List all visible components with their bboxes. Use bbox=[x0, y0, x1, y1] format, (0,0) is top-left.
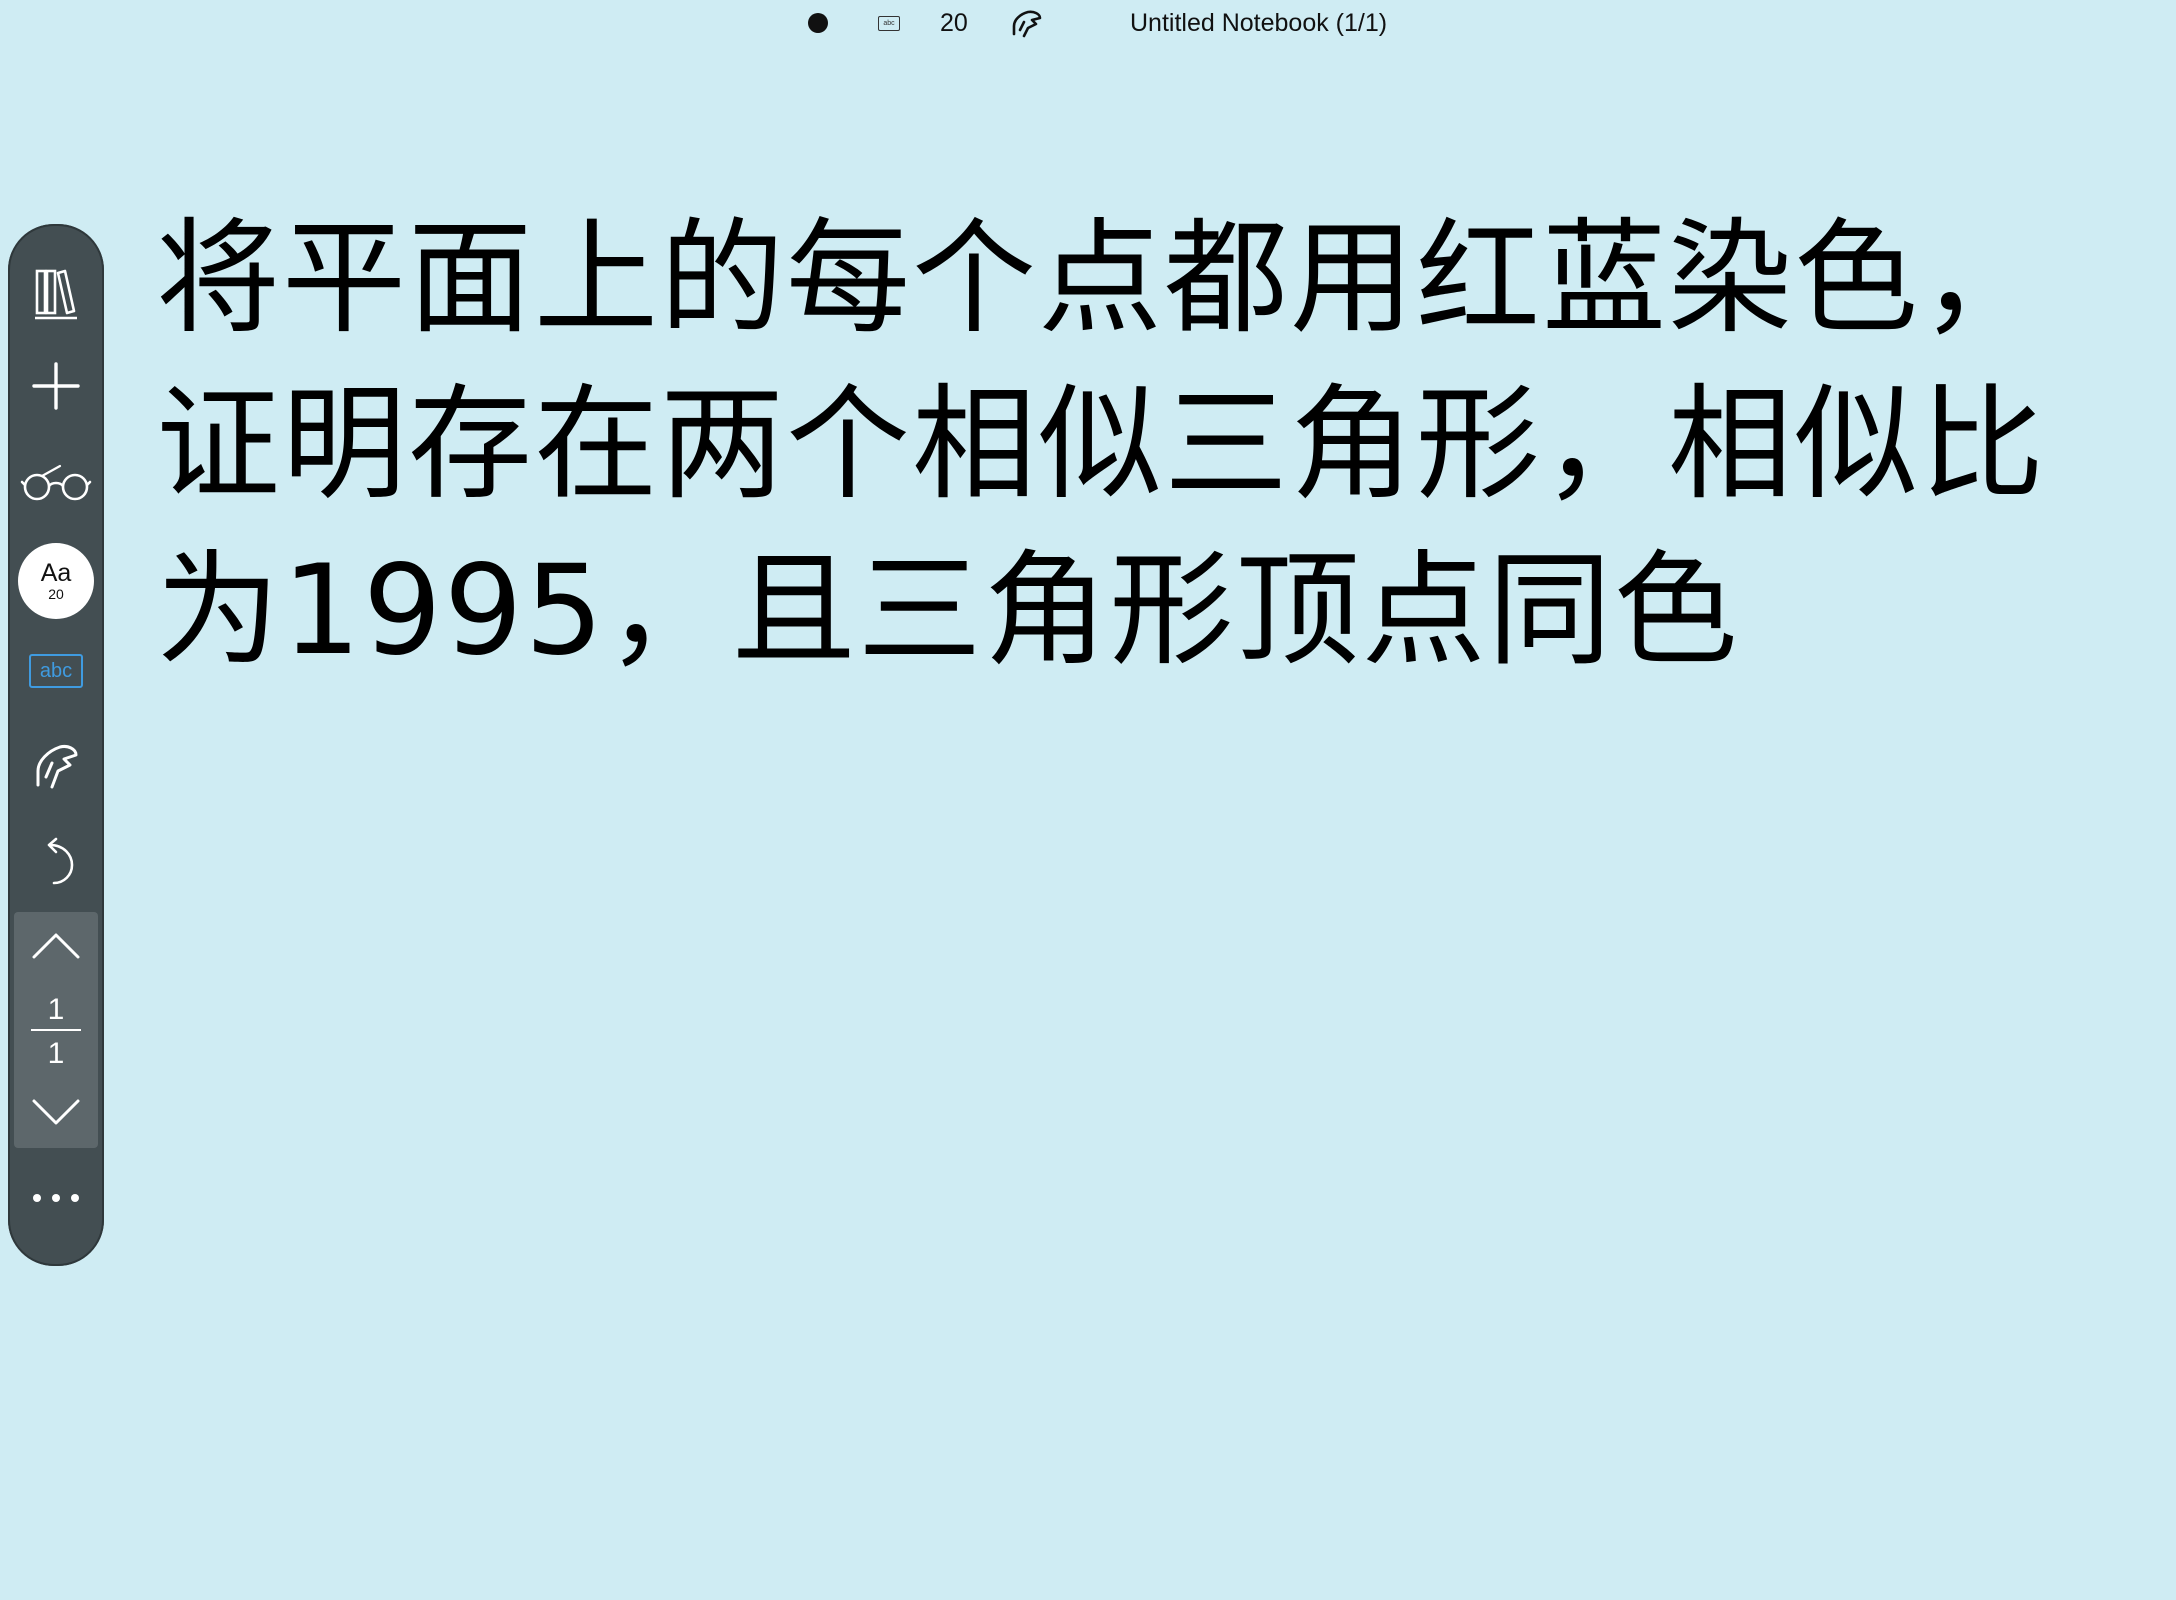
hand-tool-button[interactable] bbox=[8, 726, 104, 806]
page-fraction-divider bbox=[31, 1029, 81, 1031]
status-bar: abc 20 Untitled Notebook (1/1) bbox=[0, 0, 2176, 44]
color-dot-icon bbox=[808, 13, 828, 33]
abc-icon: abc bbox=[878, 15, 900, 31]
content-line: 证明存在两个相似三角形，相似比 bbox=[156, 373, 2047, 517]
library-button[interactable] bbox=[8, 254, 104, 334]
notebook-title-text: Untitled Notebook (1/1) bbox=[1130, 8, 1388, 37]
read-mode-button[interactable] bbox=[8, 442, 104, 522]
more-dots-icon bbox=[33, 1194, 79, 1202]
font-settings-button[interactable]: Aa 20 bbox=[8, 536, 104, 626]
undo-icon bbox=[47, 837, 74, 885]
text-mode-button[interactable]: abc bbox=[8, 631, 104, 711]
page-navigator: 1 1 bbox=[14, 912, 98, 1148]
font-size-label: 20 bbox=[48, 586, 64, 602]
previous-page-button[interactable] bbox=[14, 916, 98, 976]
abc-text-icon: abc bbox=[29, 654, 83, 688]
notebook-content[interactable]: 将平面上的每个点都用红蓝染色， 证明存在两个相似三角形，相似比 为1995，且三… bbox=[156, 196, 2116, 694]
total-page-number: 1 bbox=[47, 1037, 65, 1070]
font-size-indicator[interactable]: 20 bbox=[940, 6, 968, 40]
chevron-down-icon bbox=[32, 1099, 80, 1125]
font-size-value: 20 bbox=[940, 8, 968, 37]
plus-icon bbox=[32, 362, 80, 410]
hand-pen-icon bbox=[36, 745, 78, 789]
notebook-title[interactable]: Untitled Notebook (1/1) bbox=[1130, 6, 1387, 40]
undo-button[interactable] bbox=[8, 822, 104, 902]
current-page-number: 1 bbox=[47, 993, 65, 1026]
add-page-button[interactable] bbox=[8, 346, 104, 426]
text-mode-indicator[interactable]: abc bbox=[878, 6, 900, 40]
font-label: Aa bbox=[40, 559, 72, 587]
hand-tool-indicator[interactable] bbox=[1010, 6, 1044, 40]
content-line: 将平面上的每个点都用红蓝染色， bbox=[156, 207, 2047, 351]
pen-color-indicator[interactable] bbox=[808, 6, 828, 40]
chevron-up-icon bbox=[32, 933, 80, 959]
font-settings-badge: Aa 20 bbox=[18, 543, 94, 619]
notebook-app: abc 20 Untitled Notebook (1/1) Aa 20 abc… bbox=[0, 0, 2176, 1600]
more-options-button[interactable] bbox=[8, 1158, 104, 1238]
hand-pen-icon bbox=[1012, 10, 1042, 38]
glasses-icon bbox=[20, 464, 92, 501]
left-toolbar: Aa 20 abc 1 1 bbox=[8, 224, 104, 1266]
library-books-icon bbox=[35, 269, 77, 320]
content-line: 为1995，且三角形顶点同色 bbox=[156, 539, 1740, 683]
next-page-button[interactable] bbox=[14, 1082, 98, 1142]
